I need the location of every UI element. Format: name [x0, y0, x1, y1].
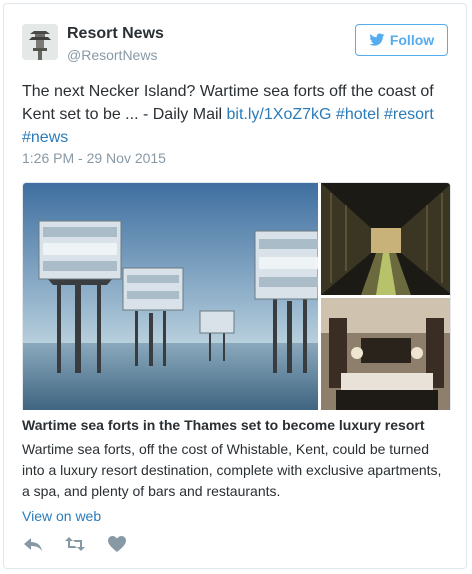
bird-icon: [369, 33, 385, 46]
retweet-button[interactable]: [64, 535, 86, 553]
card-description: Wartime sea forts, off the cost of Whist…: [22, 441, 442, 499]
tweet-text: The next Necker Island? Wartime sea fort…: [22, 80, 452, 149]
follow-button[interactable]: Follow: [355, 24, 448, 56]
sea-forts-image: [23, 183, 318, 410]
author-name[interactable]: Resort News: [67, 25, 164, 43]
hashtag-news[interactable]: #news: [22, 129, 68, 146]
like-button[interactable]: [106, 535, 128, 553]
hashtag-hotel[interactable]: #hotel: [336, 106, 380, 123]
tweet-timestamp[interactable]: 1:26 PM - 29 Nov 2015: [22, 150, 166, 166]
pagoda-icon: [22, 24, 58, 60]
bedroom-image: [321, 298, 450, 410]
hashtag-resort[interactable]: #resort: [384, 106, 434, 123]
tweet-link[interactable]: bit.ly/1XoZ7kG: [227, 106, 332, 123]
retweet-icon: [65, 537, 85, 551]
avatar[interactable]: [22, 24, 58, 60]
reply-button[interactable]: [22, 535, 44, 553]
tweet-actions: [22, 535, 128, 553]
heart-icon: [108, 536, 126, 552]
media-card[interactable]: [22, 182, 451, 410]
follow-label: Follow: [389, 32, 435, 48]
reply-icon: [24, 538, 42, 551]
author-handle[interactable]: @ResortNews: [67, 47, 157, 63]
view-on-web-link[interactable]: View on web: [22, 508, 101, 524]
card-title[interactable]: Wartime sea forts in the Thames set to b…: [22, 417, 452, 433]
corridor-image: [321, 183, 450, 295]
